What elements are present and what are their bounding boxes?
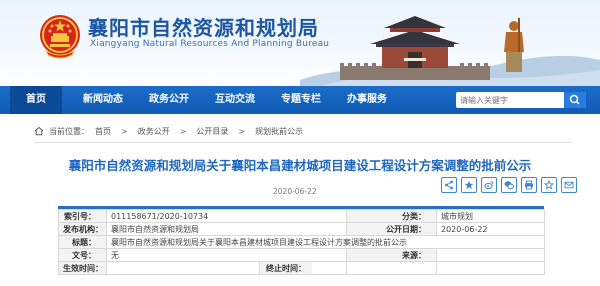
search-button[interactable]	[564, 92, 586, 108]
breadcrumb-prefix: 当前位置：	[49, 126, 89, 136]
national-emblem-icon	[40, 15, 80, 59]
favorite-button[interactable]	[541, 177, 557, 193]
breadcrumb-separator: >	[179, 126, 187, 136]
source-label: 来源：	[346, 248, 437, 262]
share-button[interactable]	[441, 177, 457, 193]
nav-item-interaction[interactable]: 互动交流	[206, 86, 264, 114]
search-icon	[569, 94, 580, 105]
site-banner: 襄阳市自然资源和规划局 Xiangyang Natural Resources …	[0, 0, 600, 86]
home-icon	[34, 126, 44, 136]
title-label: 标题：	[58, 235, 107, 249]
document-number-value: 无	[106, 248, 347, 262]
table-row: 发布机构： 襄阳市自然资源和规划局 公开日期： 2020-06-22	[58, 222, 545, 236]
search-input[interactable]	[460, 92, 560, 108]
print-button[interactable]	[521, 177, 537, 193]
table-row: 生效时间： 终止时间：	[58, 261, 545, 275]
empty-cell	[436, 261, 545, 275]
share-icon	[445, 180, 453, 190]
share-qzone-button[interactable]	[461, 177, 477, 193]
nav-item-services[interactable]: 办事服务	[338, 86, 396, 114]
breadcrumb: 当前位置： 首页 > 政务公开 > 公开目录 > 规划批前公示	[34, 125, 303, 137]
breadcrumb-divider	[34, 142, 572, 143]
publish-date-value: 2020-06-22	[436, 222, 545, 236]
breadcrumb-item-planning-notice[interactable]: 规划批前公示	[255, 126, 303, 137]
print-icon	[525, 180, 533, 190]
breadcrumb-separator: >	[238, 126, 246, 136]
publisher-label: 发布机构：	[58, 222, 107, 236]
site-subtitle: Xiangyang Natural Resources And Planning…	[90, 39, 330, 49]
table-row: 标题： 襄阳市自然资源和规划局关于襄阳本昌建材城项目建设工程设计方案调整的批前公…	[58, 235, 545, 249]
email-button[interactable]	[561, 177, 577, 193]
expiry-time-label: 终止时间：	[259, 262, 312, 274]
expiry-time-value	[346, 261, 437, 275]
publisher-value: 襄阳市自然资源和规划局	[106, 222, 347, 236]
nav-item-home[interactable]: 首页	[10, 86, 62, 114]
publish-date: 2020-06-22	[273, 187, 317, 196]
share-wechat-button[interactable]	[501, 177, 517, 193]
weibo-icon	[484, 181, 494, 190]
site-title: 襄阳市自然资源和规划局	[88, 16, 319, 40]
table-row: 索引号： 011158671/2020-10734 分类： 城市规划	[58, 209, 545, 223]
nav-item-topics[interactable]: 专题专栏	[272, 86, 330, 114]
city-wall-scenery	[300, 16, 600, 86]
breadcrumb-item-home[interactable]: 首页	[95, 126, 111, 137]
qzone-icon	[464, 180, 474, 189]
document-meta-table: 索引号： 011158671/2020-10734 分类： 城市规划 发布机构：…	[58, 209, 545, 275]
index-number-value: 011158671/2020-10734	[106, 209, 347, 223]
page-title: 襄阳市自然资源和规划局关于襄阳本昌建材城项目建设工程设计方案调整的批前公示	[68, 158, 532, 173]
effective-time-value: 终止时间：	[106, 261, 347, 275]
email-icon	[564, 181, 574, 189]
breadcrumb-item-catalog[interactable]: 公开目录	[196, 126, 228, 137]
document-number-label: 文号：	[58, 248, 107, 262]
table-row: 文号： 无 来源：	[58, 248, 545, 262]
category-label: 分类：	[346, 209, 437, 223]
effective-time-label: 生效时间：	[58, 261, 107, 275]
search-box	[456, 92, 586, 108]
share-weibo-button[interactable]	[481, 177, 497, 193]
index-number-label: 索引号：	[58, 209, 107, 223]
nav-item-gov-disclosure[interactable]: 政务公开	[140, 86, 198, 114]
publish-date-label: 公开日期：	[346, 222, 437, 236]
breadcrumb-item-gov-disclosure[interactable]: 政务公开	[138, 126, 170, 137]
nav-item-news[interactable]: 新闻动态	[74, 86, 132, 114]
category-value: 城市规划	[436, 209, 545, 223]
wechat-icon	[504, 181, 514, 190]
source-value	[436, 248, 545, 262]
breadcrumb-separator: >	[121, 126, 128, 136]
title-value: 襄阳市自然资源和规划局关于襄阳本昌建材城项目建设工程设计方案调整的批前公示	[106, 235, 545, 249]
favorite-icon	[544, 180, 554, 190]
